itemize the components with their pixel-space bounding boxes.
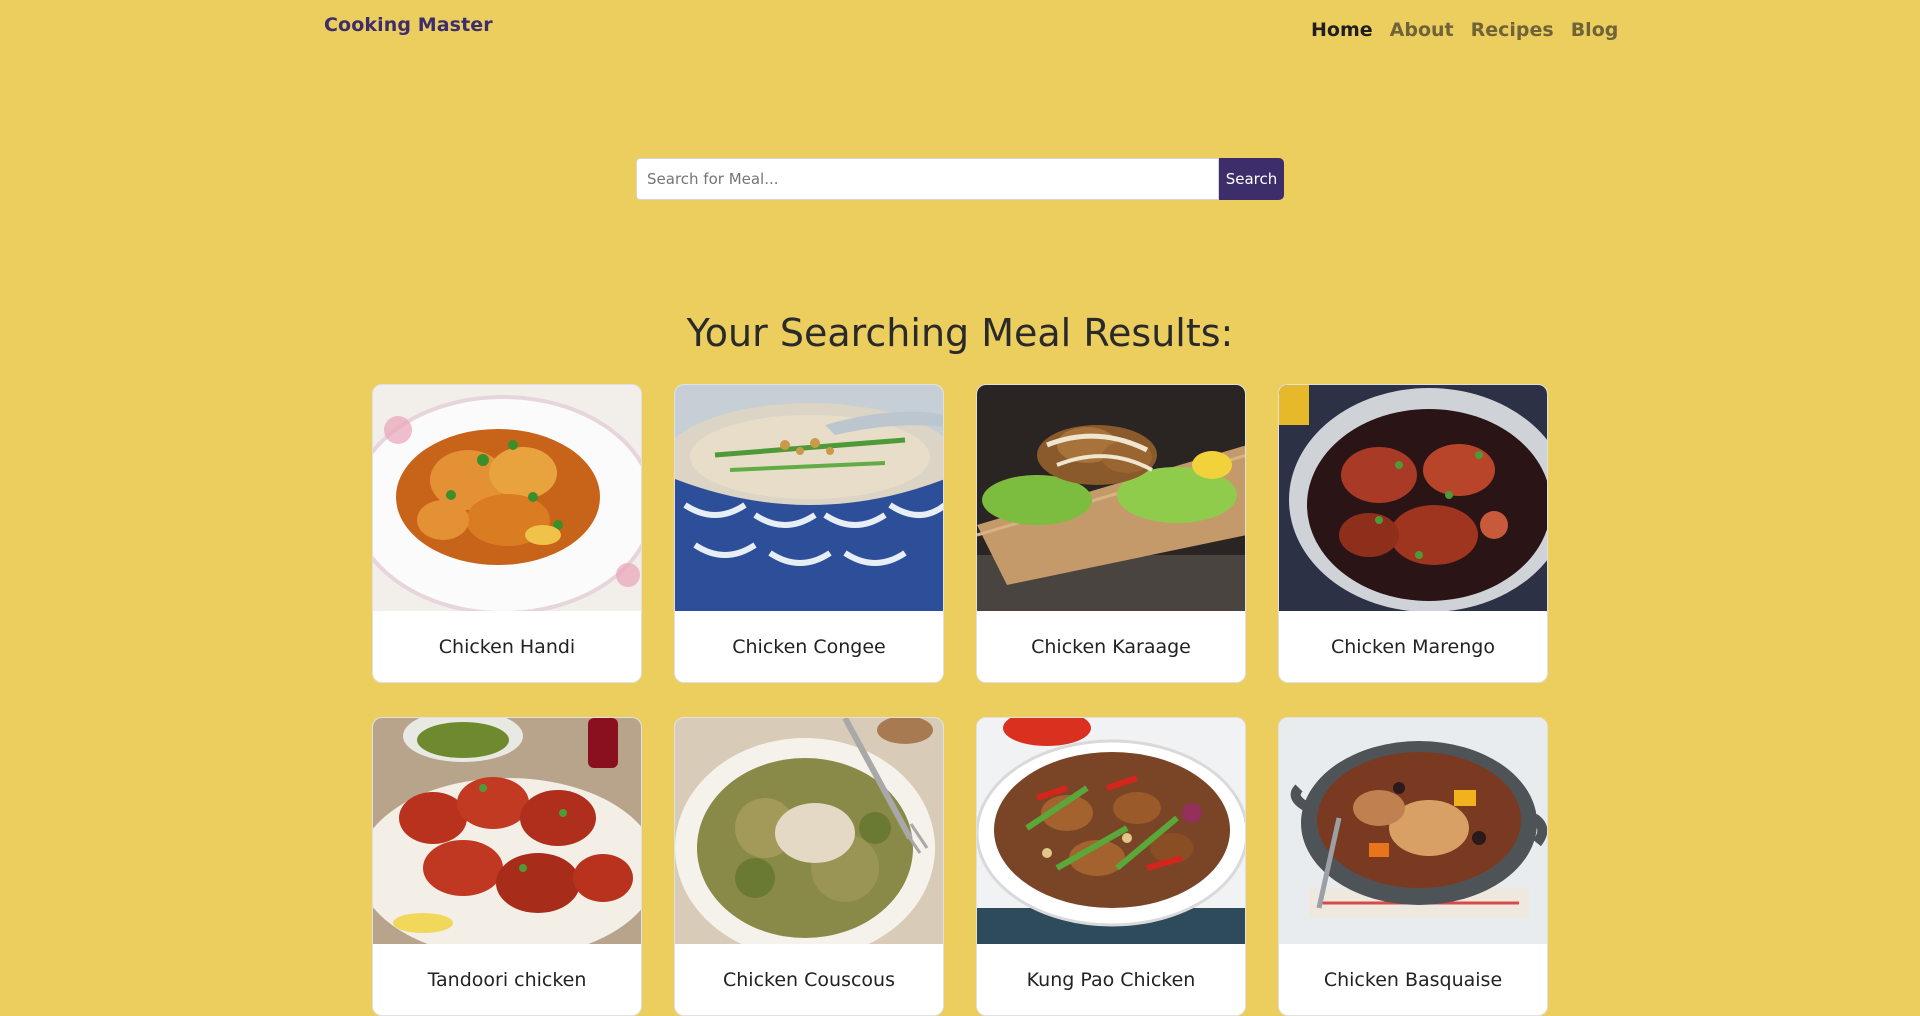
- meal-card[interactable]: Kung Pao Chicken: [976, 717, 1246, 1016]
- meal-name: Tandoori chicken: [427, 969, 587, 991]
- nav-blog-link[interactable]: Blog: [1571, 19, 1619, 41]
- nav-recipes-link[interactable]: Recipes: [1471, 19, 1554, 41]
- meal-image: [1279, 385, 1547, 611]
- meal-name: Chicken Couscous: [723, 969, 895, 991]
- meal-card[interactable]: Tandoori chicken: [372, 717, 642, 1016]
- nav-home-link[interactable]: Home: [1311, 19, 1373, 41]
- nav-about-link[interactable]: About: [1390, 19, 1454, 41]
- meal-name: Chicken Marengo: [1331, 636, 1495, 658]
- meal-card[interactable]: Chicken Congee: [674, 384, 944, 683]
- meal-name: Chicken Basquaise: [1323, 969, 1503, 991]
- meal-name: Chicken Handi: [438, 636, 576, 658]
- meal-card[interactable]: Chicken Couscous: [674, 717, 944, 1016]
- meal-card[interactable]: Chicken Marengo: [1278, 384, 1548, 683]
- search-bar: Search: [636, 158, 1284, 200]
- meal-image: [675, 385, 943, 611]
- meal-card[interactable]: Chicken Handi: [372, 384, 642, 683]
- brand-logo[interactable]: Cooking Master: [324, 14, 493, 36]
- meal-results-grid: Chicken Handi Chicken Congee Chicken Kar…: [372, 384, 1549, 1016]
- search-button[interactable]: Search: [1219, 158, 1284, 200]
- meal-image: [977, 385, 1245, 611]
- meal-card[interactable]: Chicken Basquaise: [1278, 717, 1548, 1016]
- meal-image: [977, 718, 1245, 944]
- search-input[interactable]: [636, 158, 1219, 200]
- results-heading: Your Searching Meal Results:: [686, 311, 1234, 355]
- top-navbar: Cooking Master Home About Recipes Blog: [0, 0, 1920, 70]
- main-nav: Home About Recipes Blog: [1311, 19, 1618, 41]
- meal-name: Kung Pao Chicken: [1026, 969, 1196, 991]
- meal-name: Chicken Congee: [732, 636, 886, 658]
- meal-name: Chicken Karaage: [1031, 636, 1191, 658]
- meal-image: [373, 385, 641, 611]
- meal-image: [675, 718, 943, 944]
- meal-image: [1279, 718, 1547, 944]
- meal-card[interactable]: Chicken Karaage: [976, 384, 1246, 683]
- meal-image: [373, 718, 641, 944]
